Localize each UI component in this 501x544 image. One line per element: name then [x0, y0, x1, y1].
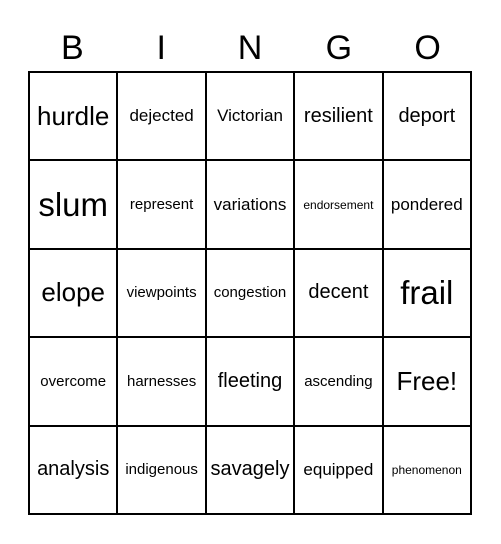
header-letter-b: B	[61, 29, 84, 67]
bingo-cell[interactable]: equipped	[294, 425, 383, 514]
bingo-cell[interactable]: overcome	[29, 337, 118, 426]
free-space[interactable]: Free!	[382, 337, 471, 426]
header-letter-n: N	[237, 29, 263, 67]
bingo-cell[interactable]: hurdle	[29, 72, 118, 161]
bingo-cell[interactable]: Victorian	[205, 72, 295, 161]
bingo-cell[interactable]: congestion	[205, 248, 295, 338]
bingo-cell[interactable]: decent	[294, 248, 383, 338]
header-letter-g: G	[325, 29, 353, 67]
bingo-cell[interactable]: endorsement	[294, 160, 383, 249]
bingo-cell[interactable]: elope	[29, 248, 118, 338]
bingo-cell[interactable]: resilient	[294, 72, 383, 161]
bingo-cell[interactable]: frail	[382, 248, 471, 338]
bingo-grid: hurdle dejected Victorian resilient depo…	[28, 71, 472, 515]
bingo-cell[interactable]: analysis	[29, 425, 118, 514]
bingo-cell[interactable]: harnesses	[117, 337, 206, 426]
bingo-cell[interactable]: phenomenon	[382, 425, 471, 514]
bingo-cell[interactable]: savagely	[205, 425, 295, 514]
header-letter-i: I	[156, 29, 166, 67]
bingo-header: B I N G O	[28, 26, 472, 70]
bingo-cell[interactable]: deport	[382, 72, 471, 161]
bingo-cell[interactable]: represent	[117, 160, 206, 249]
bingo-cell[interactable]: viewpoints	[117, 248, 206, 338]
bingo-cell[interactable]: indigenous	[117, 425, 206, 514]
bingo-cell[interactable]: slum	[29, 160, 118, 249]
header-letter-o: O	[414, 29, 441, 67]
bingo-cell[interactable]: variations	[205, 160, 295, 249]
bingo-cell[interactable]: pondered	[382, 160, 471, 249]
bingo-cell[interactable]: fleeting	[205, 337, 295, 426]
bingo-cell[interactable]: dejected	[117, 72, 206, 161]
bingo-cell[interactable]: ascending	[294, 337, 383, 426]
